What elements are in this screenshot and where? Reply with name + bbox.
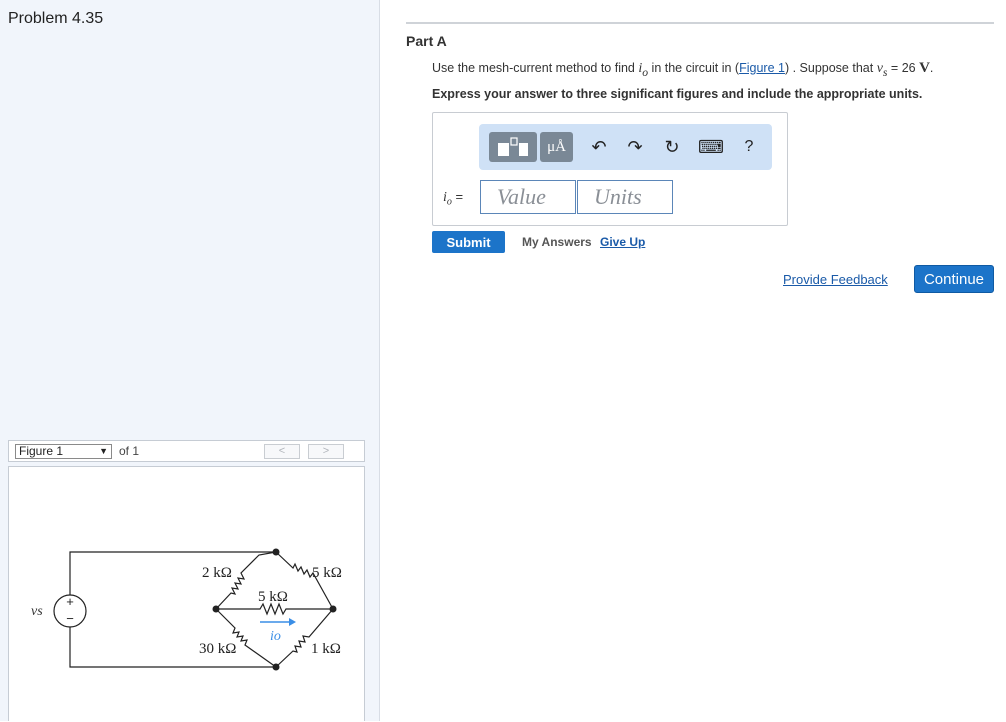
label-5k-middle: 5 kΩ [258,589,288,605]
question-text: Use the mesh-current method to find io i… [432,60,933,79]
current-arrow-head [289,618,296,626]
vs-value: = 26 [887,61,920,75]
figure-toolbar: Figure 1 ▼ of 1 < > [8,440,365,462]
resistor-5k-middle [216,602,333,616]
answer-box: μÅ ↶ ↷ ↻ ⌨ ? io = [432,112,788,226]
wire-bottom [69,627,276,668]
wire-top [69,551,276,595]
next-figure-button[interactable]: > [308,444,344,459]
source-plus: + [66,594,74,609]
keyboard-icon[interactable]: ⌨ [698,136,724,158]
resistor-30k [215,608,277,668]
undo-icon[interactable]: ↶ [588,136,610,158]
reset-icon[interactable]: ↻ [661,136,683,158]
prev-figure-button[interactable]: < [264,444,300,459]
label-2k: 2 kΩ [202,565,232,581]
figure-select[interactable]: Figure 1 ▼ [15,444,112,459]
continue-button[interactable]: Continue [914,265,994,293]
answer-label: io = [443,189,463,208]
figure-select-value: Figure 1 [19,444,64,458]
question-pre: Use the mesh-current method to find [432,61,639,75]
source-minus: − [66,611,74,626]
left-pane: Problem 4.35 Figure 1 ▼ of 1 < > + − vs … [0,0,380,721]
top-divider [406,22,994,24]
vs-unit: V [919,60,930,76]
var-i: io [638,61,648,79]
node-top [272,548,280,556]
templates-button[interactable] [489,132,537,162]
question-mid: in the circuit in ( [648,61,740,75]
label-5k-top: 5 kΩ [312,565,342,581]
units-button[interactable]: μÅ [540,132,573,162]
label-1k: 1 kΩ [311,641,341,657]
var-v: vs [877,61,888,79]
my-answers-label: My Answers [522,235,592,249]
redo-icon[interactable]: ↷ [624,136,646,158]
node-left [212,605,220,613]
help-button[interactable]: ? [738,136,760,158]
answer-equals: = [451,189,464,204]
give-up-link[interactable]: Give Up [600,235,645,249]
chevron-left-icon: < [278,445,286,457]
resistor-1k [275,608,334,668]
instruction-text: Express your answer to three significant… [432,87,923,101]
label-io: io [270,629,281,644]
node-bottom [272,663,280,671]
period: . [929,61,934,75]
node-right [329,605,337,613]
units-input[interactable] [577,180,673,214]
submit-button[interactable]: Submit [432,231,505,253]
figure-panel: + − vs 2 kΩ 5 kΩ 5 kΩ 30 kΩ 1 kΩ io [8,466,365,721]
problem-title: Problem 4.35 [8,10,104,27]
math-toolbar: μÅ ↶ ↷ ↻ ⌨ ? [479,124,772,170]
value-input[interactable] [480,180,576,214]
question-post: ) . Suppose that [784,61,877,75]
templates-icon [498,137,528,156]
figure-count: of 1 [119,444,140,458]
part-title: Part A [406,33,447,49]
chevron-down-icon: ▼ [99,446,108,456]
label-30k: 30 kΩ [199,641,236,657]
figure-link[interactable]: Figure 1 [739,61,785,75]
chevron-right-icon: > [322,445,330,457]
provide-feedback-link[interactable]: Provide Feedback [783,272,888,287]
source-label: vs [31,604,43,619]
circuit-diagram: + − vs 2 kΩ 5 kΩ 5 kΩ 30 kΩ 1 kΩ io [31,548,342,671]
